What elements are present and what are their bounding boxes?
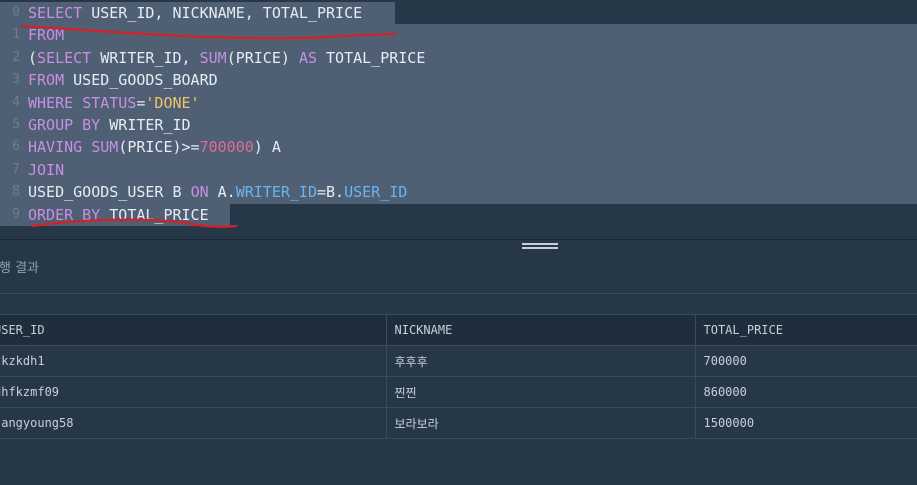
result-table: USER_ID NICKNAME TOTAL_PRICE zkzkdh1 후후후…	[0, 314, 917, 439]
table-header-row: USER_ID NICKNAME TOTAL_PRICE	[0, 314, 917, 346]
code-text: WHERE STATUS='DONE'	[28, 92, 200, 114]
selection-highlight	[0, 24, 917, 47]
cell-nickname: 보라보라	[385, 407, 695, 439]
code-token: =B.	[317, 183, 345, 202]
code-text: JOIN	[28, 159, 64, 181]
code-token: USED_GOODS_USER B	[28, 183, 191, 202]
code-line[interactable]: 1 FROM	[0, 24, 917, 47]
code-token: SUM	[199, 48, 227, 67]
code-token: WHERE	[28, 93, 74, 112]
code-text: (SELECT WRITER_ID, SUM(PRICE) AS TOTAL_P…	[28, 47, 425, 69]
code-line[interactable]: 6 HAVING SUM(PRICE)>=700000) A	[0, 136, 917, 159]
code-line[interactable]: 2 (SELECT WRITER_ID, SUM(PRICE) AS TOTAL…	[0, 46, 917, 70]
column-header-total-price[interactable]: TOTAL_PRICE	[694, 314, 917, 346]
code-token: 700000	[199, 138, 254, 157]
table-row[interactable]: sangyoung58 보라보라 1500000	[0, 407, 917, 439]
line-number: 0	[12, 5, 20, 20]
line-number: 4	[12, 94, 20, 110]
code-token: USED_GOODS_BOARD	[64, 71, 218, 90]
cell-user-id: zkzkdh1	[0, 345, 386, 377]
code-token: FROM	[28, 26, 65, 45]
line-number: 2	[12, 49, 20, 65]
code-line[interactable]: 9 ORDER BY TOTAL_PRICE	[0, 203, 917, 226]
code-token: GROUP BY	[28, 116, 101, 134]
code-token: TOTAL_PRICE	[317, 48, 426, 67]
code-line[interactable]: 8 USED_GOODS_USER B ON A.WRITER_ID=B.USE…	[0, 181, 917, 204]
cell-total-price: 1500000	[694, 407, 917, 439]
line-number: 7	[12, 161, 20, 177]
code-token: SUM	[91, 138, 119, 157]
code-token: HAVING	[28, 138, 83, 157]
code-token: TOTAL_PRICE	[100, 205, 209, 224]
code-text: HAVING SUM(PRICE)>=700000) A	[28, 136, 281, 158]
line-number: 8	[12, 184, 20, 200]
code-token: FROM	[28, 71, 65, 90]
code-text: ORDER BY TOTAL_PRICE	[28, 204, 209, 226]
cell-total-price: 700000	[694, 345, 917, 377]
cell-user-id: sangyoung58	[0, 407, 386, 439]
code-text: FROM USED_GOODS_BOARD	[28, 69, 218, 91]
code-token: SELECT	[28, 4, 83, 22]
code-token: 'DONE'	[145, 93, 200, 112]
code-line[interactable]: 7 JOIN	[0, 158, 917, 182]
code-token: AS	[298, 48, 317, 67]
code-token: ) A	[253, 138, 281, 157]
selection-highlight	[0, 158, 917, 182]
result-header	[0, 240, 917, 294]
cell-total-price: 860000	[694, 376, 917, 408]
code-token: USER_ID	[344, 183, 408, 202]
code-token: (PRICE)	[226, 48, 299, 67]
line-number: 5	[12, 117, 20, 132]
code-line[interactable]: 3 FROM USED_GOODS_BOARD	[0, 69, 917, 92]
code-token: (PRICE)>=	[118, 138, 200, 157]
code-text: FROM	[28, 24, 64, 46]
result-title: 행 결과	[0, 261, 40, 276]
code-text: GROUP BY WRITER_ID	[28, 114, 191, 136]
line-number: 9	[12, 206, 20, 222]
line-number: 3	[12, 72, 20, 88]
code-token: ORDER BY	[28, 205, 101, 224]
code-token: WRITER_ID	[100, 116, 191, 134]
code-line[interactable]: 4 WHERE STATUS='DONE'	[0, 91, 917, 114]
code-editor[interactable]: 0 SELECT USER_ID, NICKNAME, TOTAL_PRICE …	[0, 0, 917, 240]
code-token: A.	[208, 183, 236, 202]
code-token: WRITER_ID,	[91, 48, 200, 67]
column-header-user-id[interactable]: USER_ID	[0, 314, 386, 346]
cell-nickname: 후후후	[385, 345, 695, 377]
line-number: 1	[12, 27, 20, 43]
table-row[interactable]: zkzkdh1 후후후 700000	[0, 345, 917, 377]
cell-user-id: dhfkzmf09	[0, 376, 386, 408]
column-header-nickname[interactable]: NICKNAME	[385, 314, 695, 346]
line-number: 6	[12, 139, 20, 155]
code-text: SELECT USER_ID, NICKNAME, TOTAL_PRICE	[28, 2, 362, 24]
code-token: SELECT	[37, 48, 92, 67]
code-line[interactable]: 0 SELECT USER_ID, NICKNAME, TOTAL_PRICE	[0, 2, 917, 25]
cell-nickname: 찐찐	[385, 376, 695, 408]
code-token: STATUS	[82, 93, 137, 112]
code-token: ON	[190, 183, 209, 202]
code-line[interactable]: 5 GROUP BY WRITER_ID	[0, 114, 917, 137]
code-token: WRITER_ID	[235, 183, 317, 202]
code-token: USER_ID, NICKNAME, TOTAL_PRICE	[82, 4, 363, 22]
code-text: USED_GOODS_USER B ON A.WRITER_ID=B.USER_…	[28, 181, 407, 203]
code-token: (	[28, 48, 38, 67]
code-token: JOIN	[28, 160, 65, 179]
table-row[interactable]: dhfkzmf09 찐찐 860000	[0, 376, 917, 408]
